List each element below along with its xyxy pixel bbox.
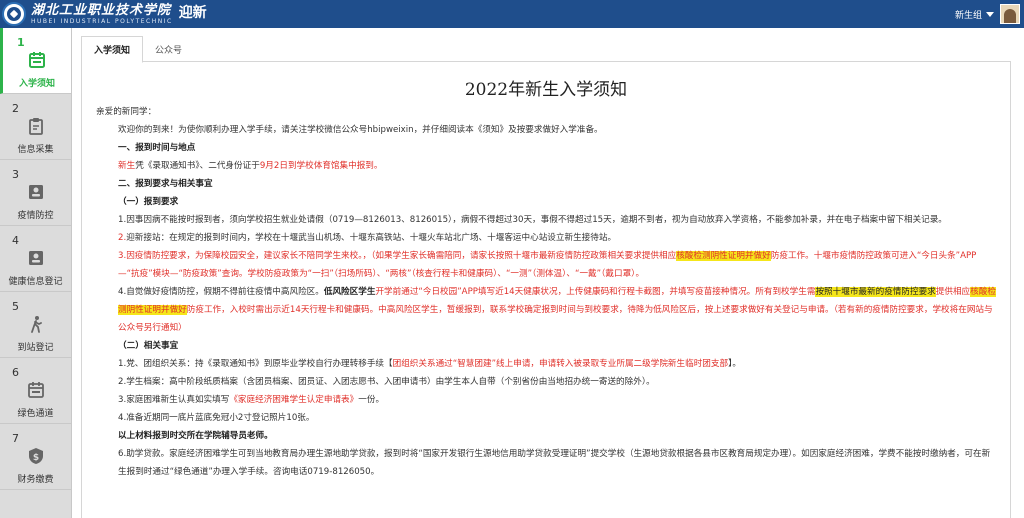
related-item-1: 1.党、团组织关系：持《录取通知书》到原毕业学校自行办理转移手续【团组织关系通过… (96, 355, 996, 373)
school-name-en: HUBEI INDUSTRIAL POLYTECHNIC (31, 17, 173, 25)
money-shield-icon: $ (26, 446, 46, 466)
related-item-6: 6.助学贷款。家庭经济困难学生可到当地教育局办理生源地助学贷款，报到时将“国家开… (118, 449, 991, 477)
tab-enrollment-notice[interactable]: 入学须知 (81, 36, 144, 63)
paragraph-2: 2.迎新接站：在规定的报到时间内，学校在十堰武当山机场、十堰东高铁站、十堰火车站… (96, 229, 996, 247)
school-name-cn: 湖北工业职业技术学院 (31, 2, 172, 18)
sidebar-item-label: 健康信息登记 (8, 277, 63, 287)
sidebar-item-label: 财务缴费 (17, 475, 54, 485)
subsection-a-title: （一）报到要求 (118, 197, 179, 207)
subsection-b-title: （二）相关事宜 (118, 341, 179, 351)
materials-note: 以上材料报到时交所在学院辅导员老师。 (118, 431, 273, 441)
school-emblem-icon (2, 2, 26, 26)
notice-document: 2022年新生入学须知 亲爱的新同学： 欢迎你的到来！为使你顺利办理入学手续，请… (81, 62, 1011, 518)
caret-down-icon[interactable] (986, 11, 994, 17)
school-name: 湖北工业职业技术学院 HUBEI INDUSTRIAL POLYTECHNIC (31, 4, 173, 25)
highlight-text: 《家庭经济困难学生认定申请表》 (229, 395, 359, 405)
step-number: 1 (17, 36, 25, 49)
tab-bar: 入学须知 公众号 (81, 36, 1011, 63)
sidebar-item-arrival-registration[interactable]: 5 到站登记 (0, 292, 71, 358)
sidebar-item-epidemic-prevention[interactable]: 3 疫情防控 (0, 160, 71, 226)
highlight-text: 团组织关系通过“智慧团建”线上申请，申请转入被录取专业所属二级学院新生临时团支部 (392, 359, 729, 369)
tab-official-account[interactable]: 公众号 (143, 36, 194, 62)
section-1-title: 一、报到时间与地点 (118, 143, 196, 153)
step-number: 6 (12, 366, 19, 379)
id-card-icon (26, 182, 46, 202)
section-1-content: 新生凭《录取通知书》、二代身份证于9月2日到学校体育馆集中报到。 (96, 157, 996, 175)
sidebar-item-info-collection[interactable]: 2 信息采集 (0, 94, 71, 160)
intro-paragraph: 欢迎你的到来！为使你顺利办理入学手续，请关注学校微信公众号hbipweixin，… (118, 125, 603, 135)
page-title: 2022年新生入学须知 (464, 80, 628, 100)
item-number: 2. (118, 233, 127, 243)
text-span: 一份。 (358, 395, 385, 405)
paragraph-3: 3.因疫情防控要求，为保障校园安全，建议家长不陪同学生来校。，（如果学生家长确需… (96, 247, 996, 283)
section-2-title: 二、报到要求与相关事宜 (118, 179, 213, 189)
step-number: 7 (12, 432, 19, 445)
app-title: 迎新 (178, 5, 207, 21)
sidebar-item-enrollment-notice[interactable]: 1 入学须知 (0, 28, 71, 94)
calendar-icon (27, 50, 47, 70)
step-number: 4 (12, 234, 19, 247)
sidebar-item-label: 信息采集 (17, 145, 54, 155)
step-number: 2 (12, 102, 19, 115)
paragraph-1: 1.因事因病不能按时报到者，须向学校招生就业处请假（0719—8126013、8… (118, 215, 947, 225)
calendar-icon (26, 380, 46, 400)
bold-text: 低风险区学生 (323, 287, 376, 297)
user-menu[interactable]: 新生组 (955, 3, 1020, 25)
text-span: 4.自觉做好疫情防控，假期不得前往疫情中高风险区。 (118, 287, 324, 297)
text-span: 凭《录取通知书》、二代身份证于 (135, 161, 260, 171)
clipboard-icon (26, 116, 46, 136)
highlight-text: 按照十堰市最新的疫情防控要求 (815, 287, 936, 297)
sidebar-item-label: 到站登记 (17, 343, 54, 353)
paragraph-4: 4.自觉做好疫情防控，假期不得前往疫情中高风险区。低风险区学生开学前通过“今日校… (96, 283, 996, 337)
sidebar-item-label: 入学须知 (18, 79, 55, 89)
text-span: 3.因疫情防控要求，为保障校园安全，建议家长不陪同学生来校。，（如果学生家长确需… (118, 251, 677, 261)
sidebar-item-payment[interactable]: 7 $ 财务缴费 (0, 424, 71, 490)
greeting: 亲爱的新同学： (96, 107, 157, 117)
highlight-text: 到学校体育馆集中报到。 (287, 161, 383, 171)
text-span: 1.党、团组织关系：持《录取通知书》到原毕业学校自行办理转移手续【 (118, 359, 393, 369)
highlight-text: 核酸检测阴性证明并做好 (676, 251, 771, 261)
text-span: 】。 (728, 359, 741, 369)
highlight-text: 9月2日 (259, 161, 288, 171)
main-content: 入学须知 公众号 2022年新生入学须知 亲爱的新同学： 欢迎你的到来！为使你顺… (73, 28, 1024, 518)
user-name[interactable]: 新生组 (955, 8, 982, 21)
highlight-text: 开学前通过“今日校园”APP填写近14天健康状况，上传健康码和行程卡截图，并填写… (375, 287, 816, 297)
text-span: 迎新接站：在规定的报到时间内，学校在十堰武当山机场、十堰东高铁站、十堰火车站北广… (126, 233, 617, 243)
walking-person-icon (26, 314, 46, 334)
sidebar-item-label: 疫情防控 (17, 211, 54, 221)
avatar[interactable] (1000, 4, 1020, 24)
school-logo[interactable]: 湖北工业职业技术学院 HUBEI INDUSTRIAL POLYTECHNIC (0, 0, 173, 28)
sidebar-item-green-channel[interactable]: 6 绿色通道 (0, 358, 71, 424)
top-header: 湖北工业职业技术学院 HUBEI INDUSTRIAL POLYTECHNIC … (0, 0, 1024, 28)
sidebar: 1 入学须知 2 信息采集 3 疫情防控 4 健康信息登记 5 到站登记 6 绿… (0, 28, 72, 518)
step-number: 3 (12, 168, 19, 181)
related-item-3: 3.家庭困难新生认真如实填写《家庭经济困难学生认定申请表》一份。 (96, 391, 996, 409)
svg-text:$: $ (32, 453, 38, 463)
related-item-4: 4.准备近期同一底片蓝底免冠小2寸登记照片10张。 (118, 413, 315, 423)
text-span: 3.家庭困难新生认真如实填写 (118, 395, 230, 405)
id-card-icon (26, 248, 46, 268)
highlight-text: 提供相应 (935, 287, 971, 297)
highlight-text: 防疫工作，入校时需出示近14天行程卡和健康码。中高风险区学生，暂缓报到，联系学校… (118, 305, 993, 333)
related-item-2: 2.学生档案：高中阶段纸质档案（含团员档案、团员证、入团志愿书、入团申请书）由学… (118, 377, 655, 387)
highlight-text: 新生 (118, 161, 136, 171)
sidebar-item-label: 绿色通道 (17, 409, 54, 419)
sidebar-item-health-registration[interactable]: 4 健康信息登记 (0, 226, 71, 292)
step-number: 5 (12, 300, 19, 313)
